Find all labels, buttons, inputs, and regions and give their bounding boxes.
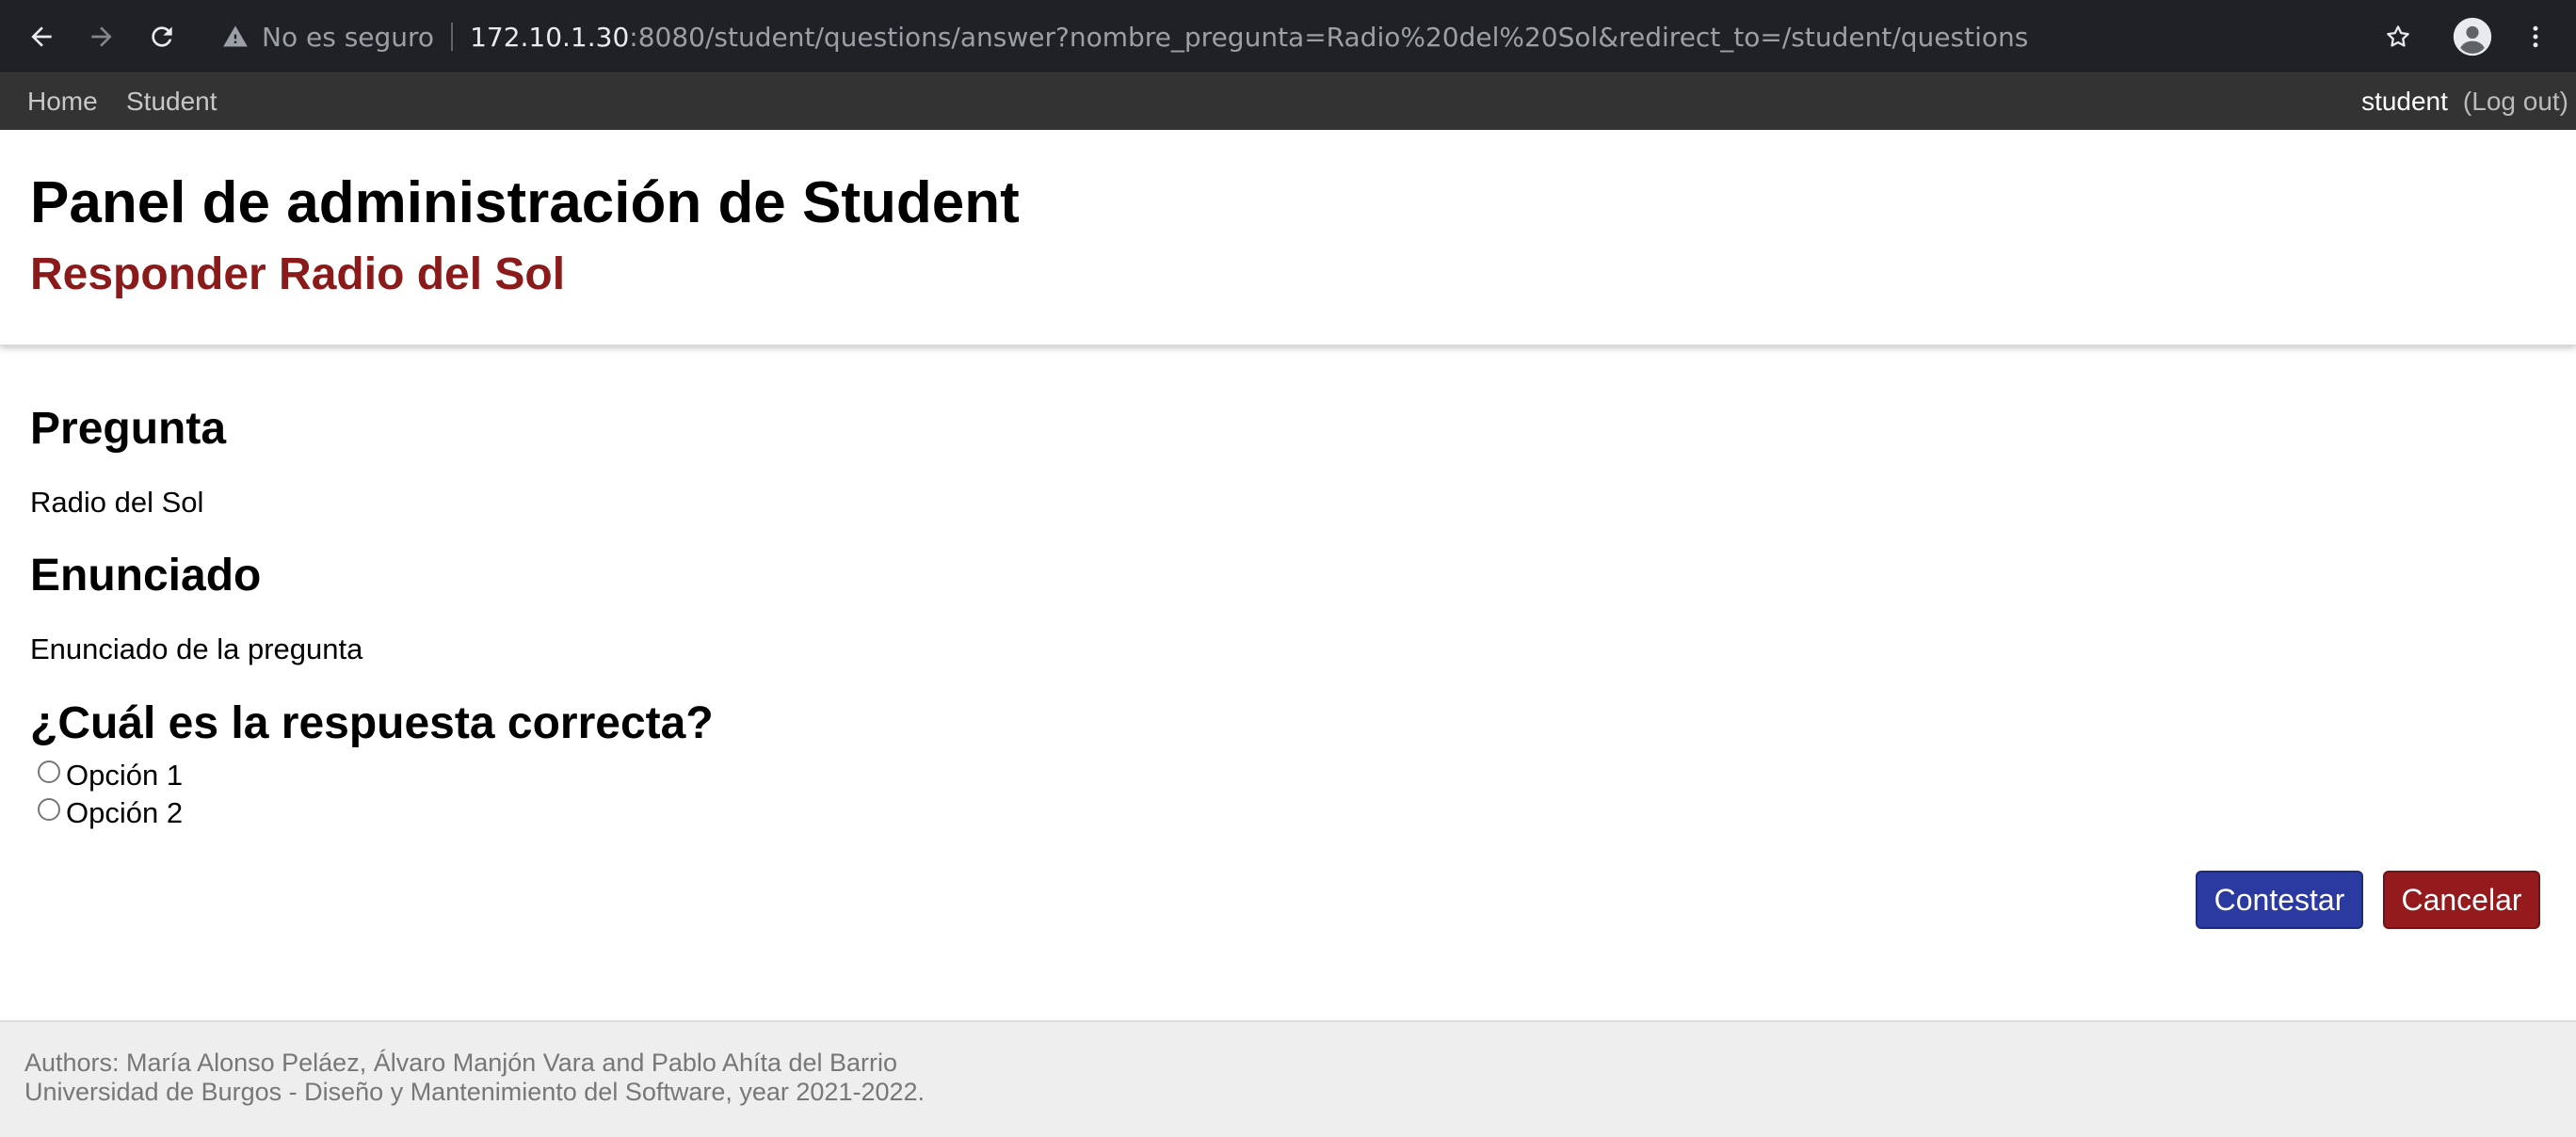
answer-heading: ¿Cuál es la respuesta correcta? — [30, 698, 714, 748]
star-icon — [2387, 25, 2409, 47]
security-label[interactable]: No es seguro — [262, 22, 434, 53]
forward-arrow-icon — [91, 26, 112, 47]
footer-institution: Universidad de Burgos - Diseño y Manteni… — [24, 1078, 926, 1106]
page-header: Panel de administración de Student Respo… — [0, 130, 2576, 345]
question-name: Radio del Sol — [30, 486, 204, 519]
logout-link[interactable]: (Log out) — [2463, 87, 2568, 117]
back-button[interactable] — [18, 13, 65, 60]
user-menu: student (Log out) — [2361, 87, 2568, 117]
bookmark-button[interactable] — [2375, 13, 2422, 60]
option-2-label: Opción 2 — [66, 796, 184, 829]
url-path: :8080/student/questions/answer?nombre_pr… — [629, 21, 2029, 53]
warning-icon — [223, 25, 248, 47]
option-1-radio[interactable] — [38, 761, 60, 783]
option-1-label: Opción 1 — [66, 759, 184, 792]
url-text[interactable]: 172.10.1.30:8080/student/questions/answe… — [470, 22, 2028, 53]
profile-icon — [2453, 17, 2492, 56]
address-bar[interactable]: No es seguro 172.10.1.30:8080/student/qu… — [207, 8, 2410, 66]
username: student — [2361, 87, 2448, 116]
page-subtitle: Responder Radio del Sol — [30, 249, 566, 299]
site-navbar: Home Student student (Log out) — [0, 73, 2576, 130]
nav-student-link[interactable]: Student — [126, 87, 217, 117]
back-arrow-icon — [31, 26, 52, 47]
option-2-radio[interactable] — [38, 798, 60, 821]
cancel-button[interactable]: Cancelar — [2383, 871, 2540, 929]
profile-button[interactable] — [2449, 13, 2496, 60]
statement-heading: Enunciado — [30, 551, 262, 601]
answer-option-1[interactable]: Opción 1 — [38, 759, 183, 793]
browser-toolbar: No es seguro 172.10.1.30:8080/student/qu… — [0, 0, 2576, 73]
omnibox-divider — [451, 23, 454, 51]
reload-button[interactable] — [138, 13, 185, 60]
forward-button[interactable] — [78, 13, 125, 60]
question-heading: Pregunta — [30, 404, 227, 454]
kebab-menu-icon — [2533, 25, 2538, 48]
page-footer: Authors: María Alonso Peláez, Álvaro Man… — [0, 1020, 2576, 1137]
statement-text: Enunciado de la pregunta — [30, 633, 363, 665]
url-host: 172.10.1.30 — [470, 21, 630, 53]
browser-menu-button[interactable] — [2512, 13, 2559, 60]
nav-home-link[interactable]: Home — [27, 87, 98, 117]
page-title: Panel de administración de Student — [30, 170, 1020, 235]
submit-answer-button[interactable]: Contestar — [2196, 871, 2363, 929]
answer-option-2[interactable]: Opción 2 — [38, 796, 183, 830]
footer-authors: Authors: María Alonso Peláez, Álvaro Man… — [24, 1049, 898, 1077]
reload-icon — [152, 26, 172, 47]
